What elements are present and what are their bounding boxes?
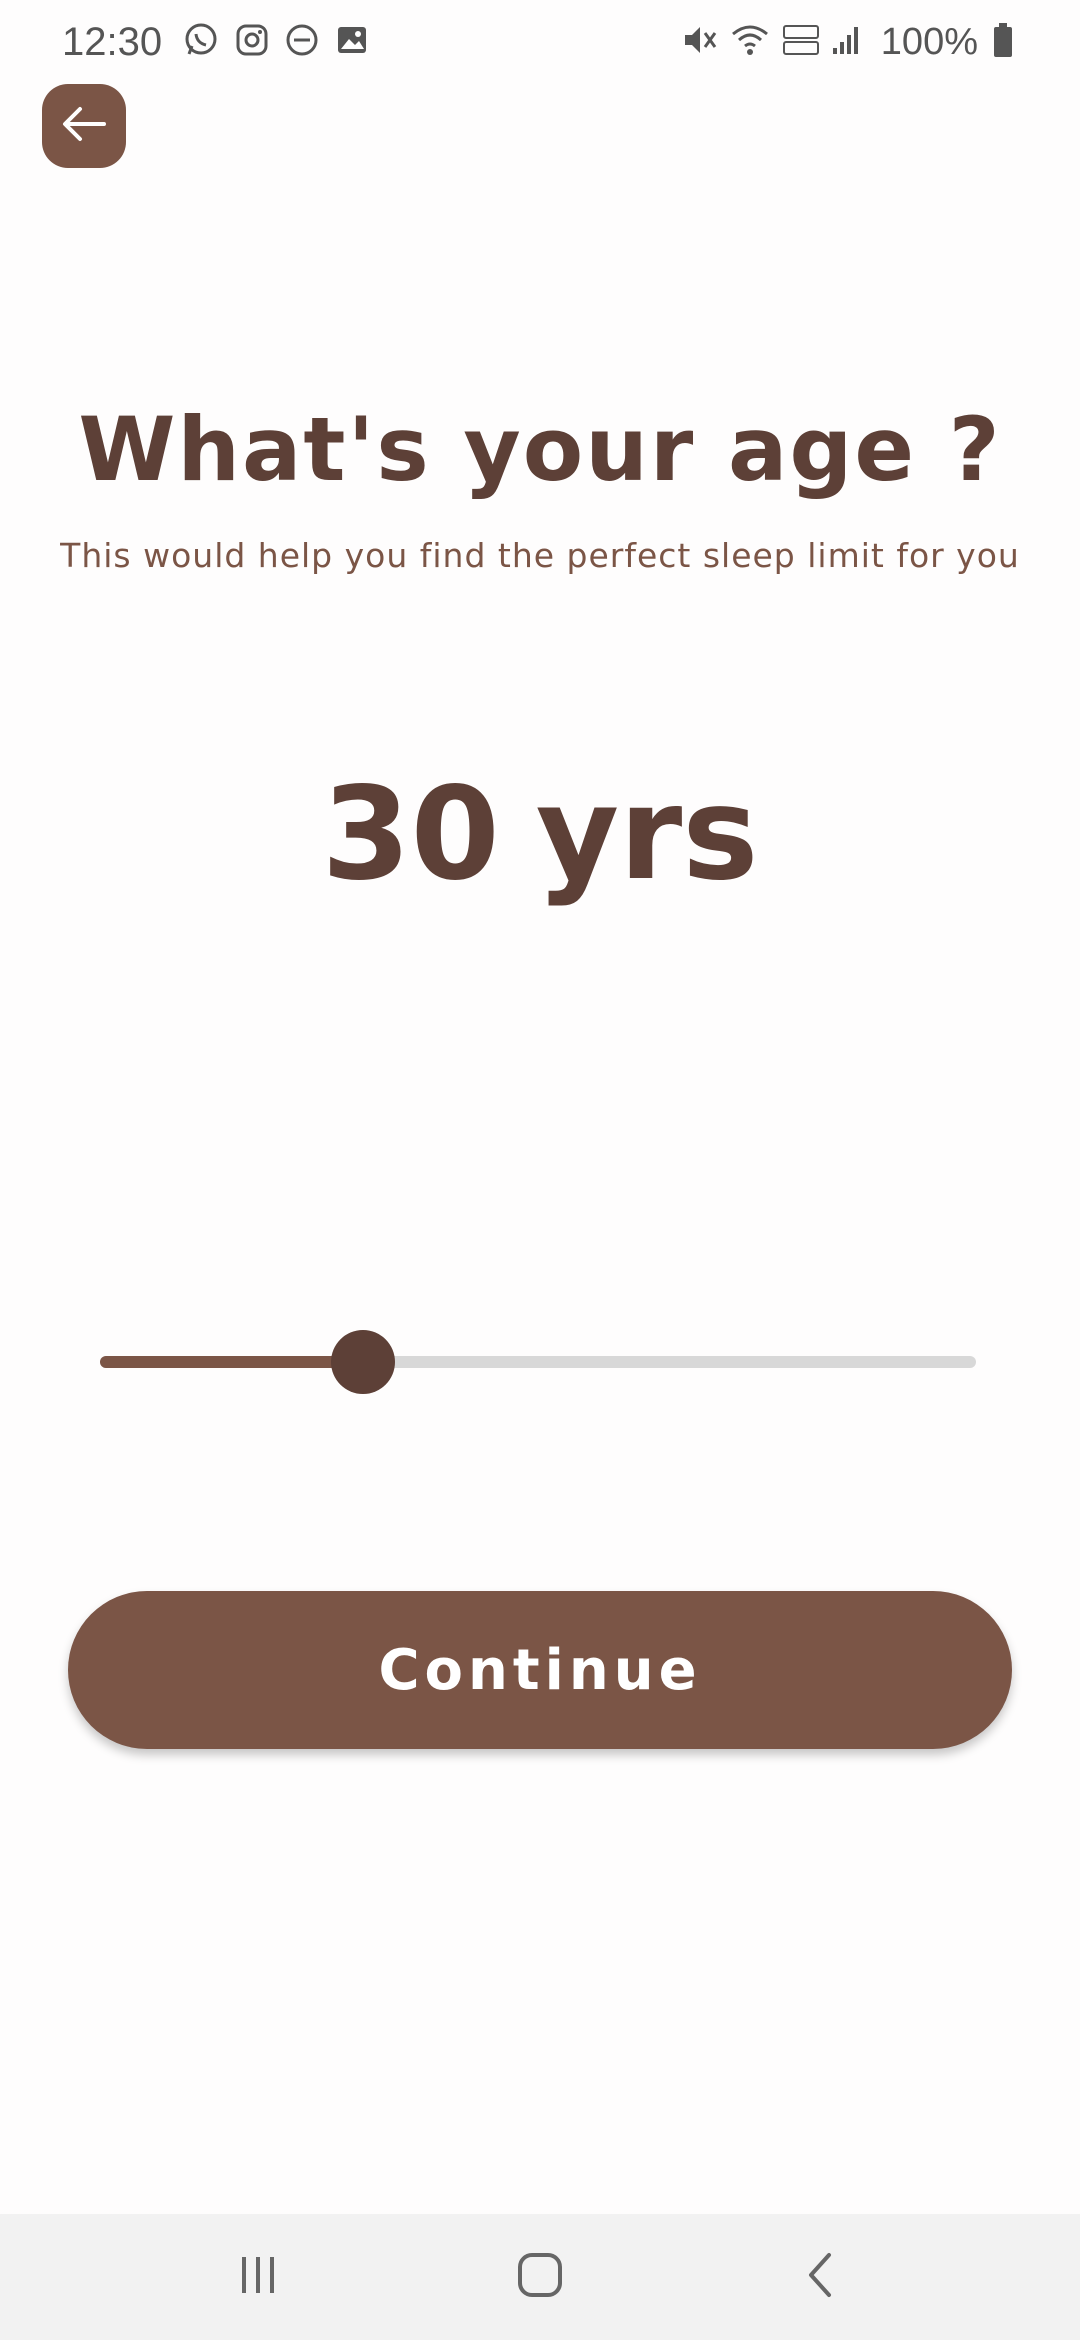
slider-thumb[interactable] (330, 1330, 395, 1394)
do-not-disturb-icon (284, 22, 320, 62)
volte-icon (781, 22, 821, 62)
back-button[interactable] (42, 84, 126, 168)
status-left: 12:30 (62, 20, 384, 65)
wifi-icon (729, 22, 771, 62)
battery-percentage: 100% (880, 20, 978, 63)
continue-button[interactable]: Continue (68, 1591, 1012, 1749)
home-button[interactable] (500, 2242, 580, 2312)
age-unit: yrs (535, 760, 759, 909)
home-icon (517, 2252, 563, 2302)
age-readout: 30 yrs (0, 760, 1080, 909)
back-icon (805, 2252, 835, 2302)
arrow-left-icon (60, 104, 108, 148)
status-right: 100% (681, 21, 1024, 64)
page-subtitle: This would help you find the perfect sle… (60, 536, 1020, 575)
nav-back-button[interactable] (780, 2242, 860, 2312)
battery-icon (992, 21, 1014, 63)
status-bar: 12:30 100% (0, 0, 1080, 84)
age-slider[interactable] (100, 1330, 976, 1394)
gallery-icon (334, 22, 370, 62)
whatsapp-icon (182, 21, 220, 63)
mute-icon (681, 22, 719, 62)
signal-icon (831, 22, 861, 62)
slider-fill (100, 1356, 363, 1368)
instagram-icon (234, 22, 270, 62)
status-time: 12:30 (62, 19, 163, 64)
recent-apps-button[interactable] (218, 2242, 298, 2312)
page-title: What's your age ? (78, 398, 1002, 501)
age-value: 30 (321, 760, 500, 909)
nav-bar (0, 2214, 1080, 2340)
recent-apps-icon (236, 2255, 280, 2299)
